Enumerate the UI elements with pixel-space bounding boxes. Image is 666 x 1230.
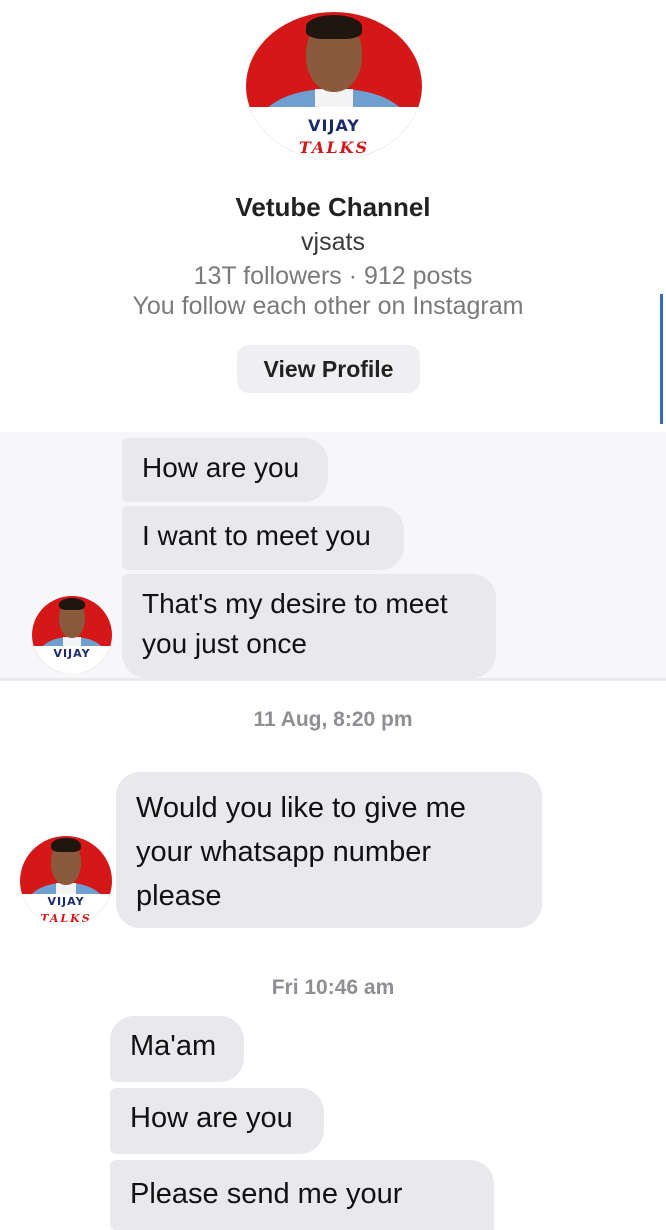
profile-stats: 13T followers · 912 posts — [193, 262, 473, 290]
message-timestamp: Fri 10:46 am — [271, 976, 395, 999]
message-bubble[interactable]: Please send me your — [110, 1160, 494, 1230]
profile-avatar[interactable]: VIJAY TALKS — [246, 12, 422, 160]
avatar-hair — [305, 14, 363, 39]
avatar-hair — [51, 837, 81, 853]
message-timestamp: 11 Aug, 8:20 pm — [253, 708, 413, 731]
screenshot-divider — [0, 678, 666, 681]
view-profile-button[interactable]: View Profile — [237, 345, 420, 393]
message-bubble[interactable]: Would you like to give me your whatsapp … — [116, 772, 542, 928]
sender-avatar[interactable]: VIJAY TALKS — [20, 836, 112, 926]
avatar-logo-text: VIJAY — [53, 647, 91, 661]
sender-avatar[interactable]: VIJAY — [32, 596, 112, 674]
message-bubble[interactable]: How are you — [110, 1088, 324, 1154]
mutual-follow-status: You follow each other on Instagram — [132, 292, 524, 320]
avatar-logo-text: VIJAY — [308, 115, 360, 135]
avatar-logo-subtext: TALKS — [298, 137, 370, 157]
profile-name: Vetube Channel — [235, 192, 431, 222]
message-bubble[interactable]: That's my desire to meet you just once — [122, 574, 496, 678]
avatar-logo-text: VIJAY — [47, 895, 85, 909]
profile-handle: vjsats — [301, 228, 365, 256]
message-bubble[interactable]: Ma'am — [110, 1016, 244, 1082]
avatar-logo-subtext: TALKS — [40, 911, 92, 925]
message-bubble[interactable]: How are you — [122, 438, 328, 502]
avatar-hair — [59, 597, 85, 611]
message-bubble[interactable]: I want to meet you — [122, 506, 404, 570]
scroll-edge-indicator — [660, 294, 663, 424]
